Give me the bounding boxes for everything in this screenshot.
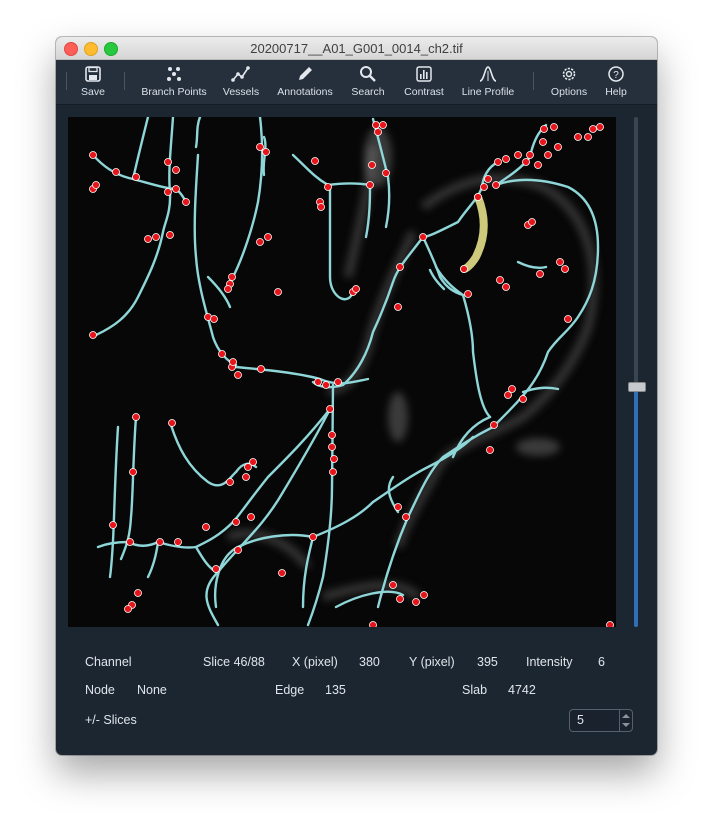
histogram-icon xyxy=(399,60,449,86)
help-button[interactable]: ? Help xyxy=(601,60,631,104)
image-canvas[interactable] xyxy=(68,117,616,627)
line-profile-button[interactable]: Line Profile xyxy=(457,60,519,104)
branch-points-icon xyxy=(138,60,210,86)
toolbar: Save Branch Points Vessels Annotations S… xyxy=(56,60,657,105)
channel-label: Channel xyxy=(85,655,132,669)
stepper-down-icon[interactable] xyxy=(622,723,630,727)
slices-stepper[interactable]: 5 xyxy=(569,709,633,732)
question-icon: ? xyxy=(601,60,631,86)
slice-slider-fill xyxy=(634,387,638,627)
stepper-arrows[interactable] xyxy=(619,710,632,731)
toolbar-separator xyxy=(533,72,534,90)
svg-text:?: ? xyxy=(613,70,619,81)
pencil-icon xyxy=(273,60,337,86)
vessel-network-image[interactable] xyxy=(68,117,616,627)
window-title: 20200717__A01_G001_0014_ch2.tif xyxy=(250,41,463,56)
vessels-icon xyxy=(219,60,263,86)
slab-value: 4742 xyxy=(508,683,536,697)
y-pixel-value: 395 xyxy=(477,655,498,669)
branch-points-button[interactable]: Branch Points xyxy=(138,60,210,104)
toolbar-separator xyxy=(124,72,125,90)
stepper-up-icon[interactable] xyxy=(622,714,630,718)
slice-label: Slice 46/88 xyxy=(203,655,265,669)
edge-value: 135 xyxy=(325,683,346,697)
title-bar[interactable]: 20200717__A01_G001_0014_ch2.tif xyxy=(56,37,657,60)
y-pixel-label: Y (pixel) xyxy=(409,655,455,669)
x-pixel-label: X (pixel) xyxy=(292,655,338,669)
slice-slider-thumb[interactable] xyxy=(628,382,646,392)
node-value: None xyxy=(137,683,167,697)
slices-stepper-value[interactable]: 5 xyxy=(577,713,584,727)
annotations-button[interactable]: Annotations xyxy=(273,60,337,104)
intensity-value: 6 xyxy=(598,655,605,669)
line-profile-icon xyxy=(457,60,519,86)
app-window: 20200717__A01_G001_0014_ch2.tif Save Bra… xyxy=(56,37,657,755)
intensity-label: Intensity xyxy=(526,655,573,669)
gear-icon xyxy=(548,60,590,86)
slices-label: +/- Slices xyxy=(85,713,137,727)
slab-label: Slab xyxy=(462,683,488,697)
magnifier-icon xyxy=(348,60,388,86)
toolbar-separator xyxy=(66,72,67,90)
x-pixel-value: 380 xyxy=(359,655,380,669)
save-button[interactable]: Save xyxy=(76,60,110,104)
edge-label: Edge xyxy=(275,683,305,697)
vessels-button[interactable]: Vessels xyxy=(219,60,263,104)
contrast-button[interactable]: Contrast xyxy=(399,60,449,104)
options-button[interactable]: Options xyxy=(548,60,590,104)
search-button[interactable]: Search xyxy=(348,60,388,104)
save-icon xyxy=(76,60,110,86)
node-label: Node xyxy=(85,683,115,697)
